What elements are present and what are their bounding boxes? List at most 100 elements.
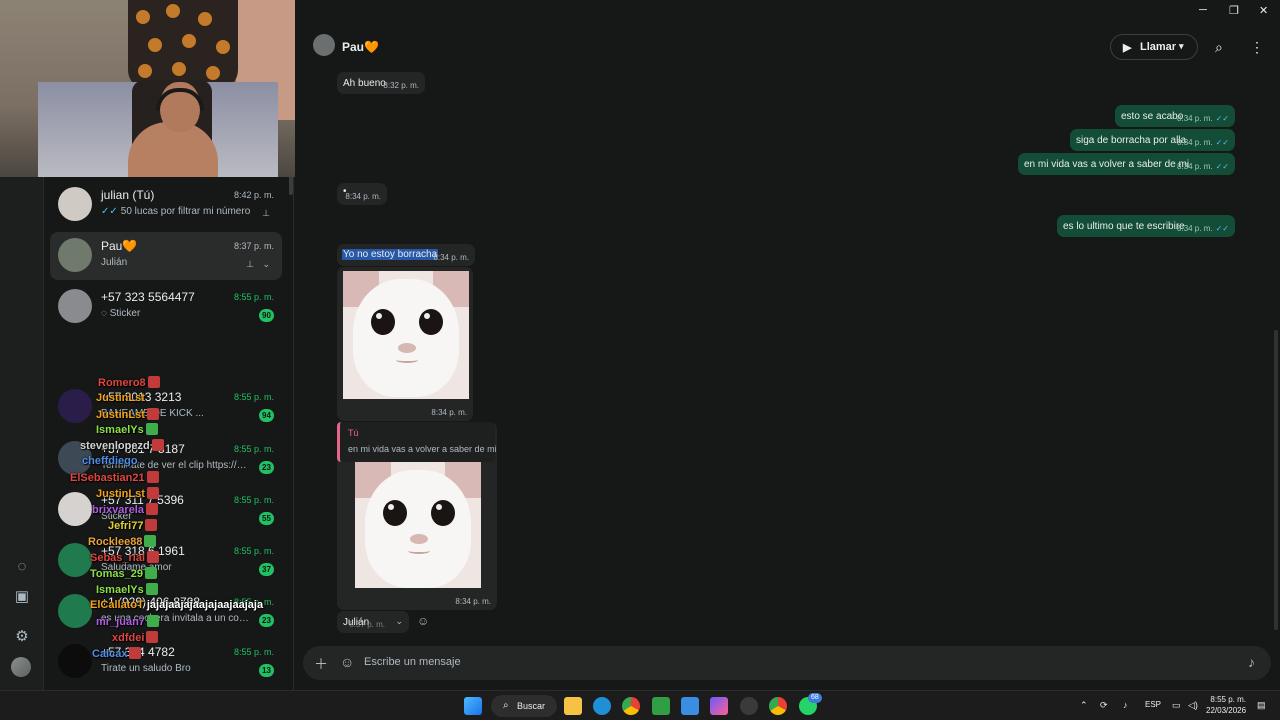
message-time: 8:34 p. m. <box>431 408 467 417</box>
message-incoming[interactable]: Ah bueno 8:32 p. m. <box>337 72 425 94</box>
avatar <box>58 187 92 221</box>
message-outgoing[interactable]: esto se acabo 8:34 p. m. ✓✓ <box>1115 105 1235 127</box>
chat-preview: ◌ Sticker <box>101 308 141 319</box>
chat-time: 8:37 p. m. <box>233 241 274 251</box>
message-time: 8:34 p. m. ✓✓ <box>1177 138 1229 147</box>
file-explorer-icon[interactable] <box>564 697 582 715</box>
sticker-icon: ◌ <box>101 308 110 319</box>
stream-chat-line: ElSebastian21 <box>70 471 159 484</box>
message-outgoing[interactable]: siga de borracha por alla 8:34 p. m. ✓✓ <box>1070 129 1235 151</box>
chevron-down-icon[interactable]: ⌄ <box>395 616 403 627</box>
sync-icon[interactable]: ⟳ <box>1100 700 1108 711</box>
taskbar-search[interactable]: ⌕ Buscar <box>491 695 557 717</box>
pin-icon: ⊥ <box>262 208 270 218</box>
message-time: 8:34 p. m. ✓✓ <box>1177 224 1229 233</box>
message-text: Ah bueno <box>343 78 386 89</box>
search-label: Buscar <box>517 701 546 711</box>
contact-avatar[interactable] <box>313 34 335 56</box>
media-icon[interactable]: ▣ <box>12 587 32 607</box>
whatsapp-badge: 68 <box>808 693 822 703</box>
stream-chat-line: ElCallatoT jajajaajajaajajaajaajaja <box>90 599 264 611</box>
contact-name[interactable]: Pau🧡 <box>342 40 379 54</box>
stream-chat-line: brixvarela <box>92 503 158 516</box>
search-icon[interactable]: ⌕ <box>1215 39 1223 56</box>
language-indicator[interactable]: ESP <box>1145 700 1161 709</box>
photos-icon[interactable] <box>681 697 699 715</box>
stream-chat-line: Tomas_29 <box>90 567 157 580</box>
network-icon[interactable]: ▭ <box>1172 700 1181 711</box>
minimize-button[interactable]: ─ <box>1199 4 1207 16</box>
stream-chat-line: Sebas_rial <box>90 551 160 564</box>
message-incoming[interactable]: • 8:34 p. m. <box>337 183 387 205</box>
conversation-header: Pau🧡 ▶ Llamar ▾ ⌕ ⋮ <box>295 20 1280 72</box>
edge-icon[interactable] <box>593 697 611 715</box>
chat-list-scrollbar[interactable] <box>289 175 293 195</box>
webcam-streamer <box>120 82 218 177</box>
message-list: Ah bueno 8:32 p. m. esto se acabo 8:34 p… <box>295 72 1280 642</box>
read-ticks-icon: ✓✓ <box>101 206 118 217</box>
message-text: es lo ultimo que te escribire <box>1063 221 1185 232</box>
sticker-message[interactable]: 8:34 p. m. <box>337 267 473 421</box>
search-icon: ⌕ <box>503 700 509 711</box>
message-incoming[interactable]: Julián 8:37 p. m. ⌄ <box>337 611 409 633</box>
sticker-icon[interactable]: ☺ <box>340 654 354 670</box>
chevron-up-icon[interactable]: ⌃ <box>1080 700 1088 711</box>
chevron-down-icon[interactable]: ⌄ <box>262 259 270 270</box>
message-outgoing[interactable]: en mi vida vas a volver a saber de mi 8:… <box>1018 153 1235 175</box>
settings-icon[interactable]: ⚙ <box>12 627 32 647</box>
chat-item-julian[interactable]: julian (Tú) ✓✓ 50 lucas por filtrar mi nú… <box>50 181 282 229</box>
xbox-icon[interactable] <box>652 697 670 715</box>
call-label: Llamar <box>1140 41 1177 53</box>
taskbar: ⌕ Buscar 68 ⌃ ⟳ ♪ ESP ▭ ◁) 8:55 p. m. 22… <box>0 690 1280 720</box>
copilot-icon[interactable] <box>710 697 728 715</box>
message-scrollbar[interactable] <box>1274 330 1278 630</box>
whatsapp-window: ◌ ▣ ⚙ julian (Tú) ✓✓ 50 lucas por filtrar… <box>0 0 1280 690</box>
microphone-icon[interactable]: ♪ <box>1248 654 1255 670</box>
notification-icon[interactable]: ▤ <box>1257 700 1266 711</box>
message-time: 8:34 p. m. <box>455 597 491 606</box>
chat-preview: ✓✓ 50 lucas por filtrar mi número <box>101 206 251 217</box>
message-input[interactable]: Escribe un mensaje <box>364 656 461 668</box>
message-time: 8:32 p. m. <box>383 81 419 90</box>
start-icon[interactable] <box>464 697 482 715</box>
chat-name: julian (Tú) <box>101 188 155 202</box>
chrome-icon[interactable] <box>622 697 640 715</box>
chrome-icon[interactable] <box>769 697 787 715</box>
emoji-react-icon[interactable]: ☺ <box>417 614 429 628</box>
pin-icon: ⊥ <box>246 259 254 269</box>
sticker-reply-message[interactable]: Tú en mi vida vas a volver a saber de mi… <box>337 422 497 610</box>
avatar <box>58 238 92 272</box>
message-incoming[interactable]: Yo no estoy borracha 8:34 p. m. <box>337 244 475 266</box>
clock[interactable]: 8:55 p. m. 22/03/2026 <box>1206 694 1246 716</box>
chat-item-pau[interactable]: Pau🧡 Julián 8:37 p. m. ⊥ ⌄ <box>50 232 282 280</box>
cat-sticker-image <box>343 271 469 399</box>
read-ticks-icon: ✓✓ <box>1215 138 1229 147</box>
chevron-down-icon: ▾ <box>1179 41 1184 51</box>
app-icon[interactable] <box>740 697 758 715</box>
plus-icon[interactable]: ＋ <box>314 654 328 674</box>
message-composer: ＋ ☺ Escribe un mensaje ♪ <box>303 646 1271 680</box>
chat-time: 8:42 p. m. <box>233 190 274 200</box>
close-button[interactable]: ✕ <box>1259 4 1268 17</box>
stream-chat-line: xdfdei <box>112 631 159 644</box>
read-ticks-icon: ✓✓ <box>1215 162 1229 171</box>
status-icon[interactable]: ◌ <box>12 557 32 577</box>
mic-icon[interactable]: ♪ <box>1123 700 1128 710</box>
message-time: 8:34 p. m. <box>433 253 469 262</box>
menu-dots-icon[interactable]: ⋮ <box>1250 39 1264 56</box>
call-button[interactable]: ▶ Llamar ▾ <box>1110 34 1198 60</box>
stream-chat-overlay: Romero8 JustinLst JustinLst IsmaelYs ste… <box>56 376 296 676</box>
message-outgoing[interactable]: es lo ultimo que te escribire 8:34 p. m.… <box>1057 215 1235 237</box>
read-ticks-icon: ✓✓ <box>1215 224 1229 233</box>
message-text: esto se acabo <box>1121 111 1184 122</box>
stream-chat-line: JustinLst <box>96 408 159 421</box>
avatar <box>58 289 92 323</box>
chat-item-3[interactable]: +57 323 5564477 ◌ Sticker 8:55 p. m. 90 <box>50 283 282 331</box>
quoted-message[interactable]: Tú en mi vida vas a volver a saber de mi <box>337 422 497 462</box>
stream-chat-line: cheffdiego <box>82 455 138 467</box>
message-time: 8:34 p. m. ✓✓ <box>1177 162 1229 171</box>
maximize-button[interactable]: ❐ <box>1229 4 1239 17</box>
volume-icon[interactable]: ◁) <box>1188 700 1198 711</box>
stream-chat-line: stevenlopezd <box>80 439 164 452</box>
profile-avatar[interactable] <box>11 657 31 677</box>
